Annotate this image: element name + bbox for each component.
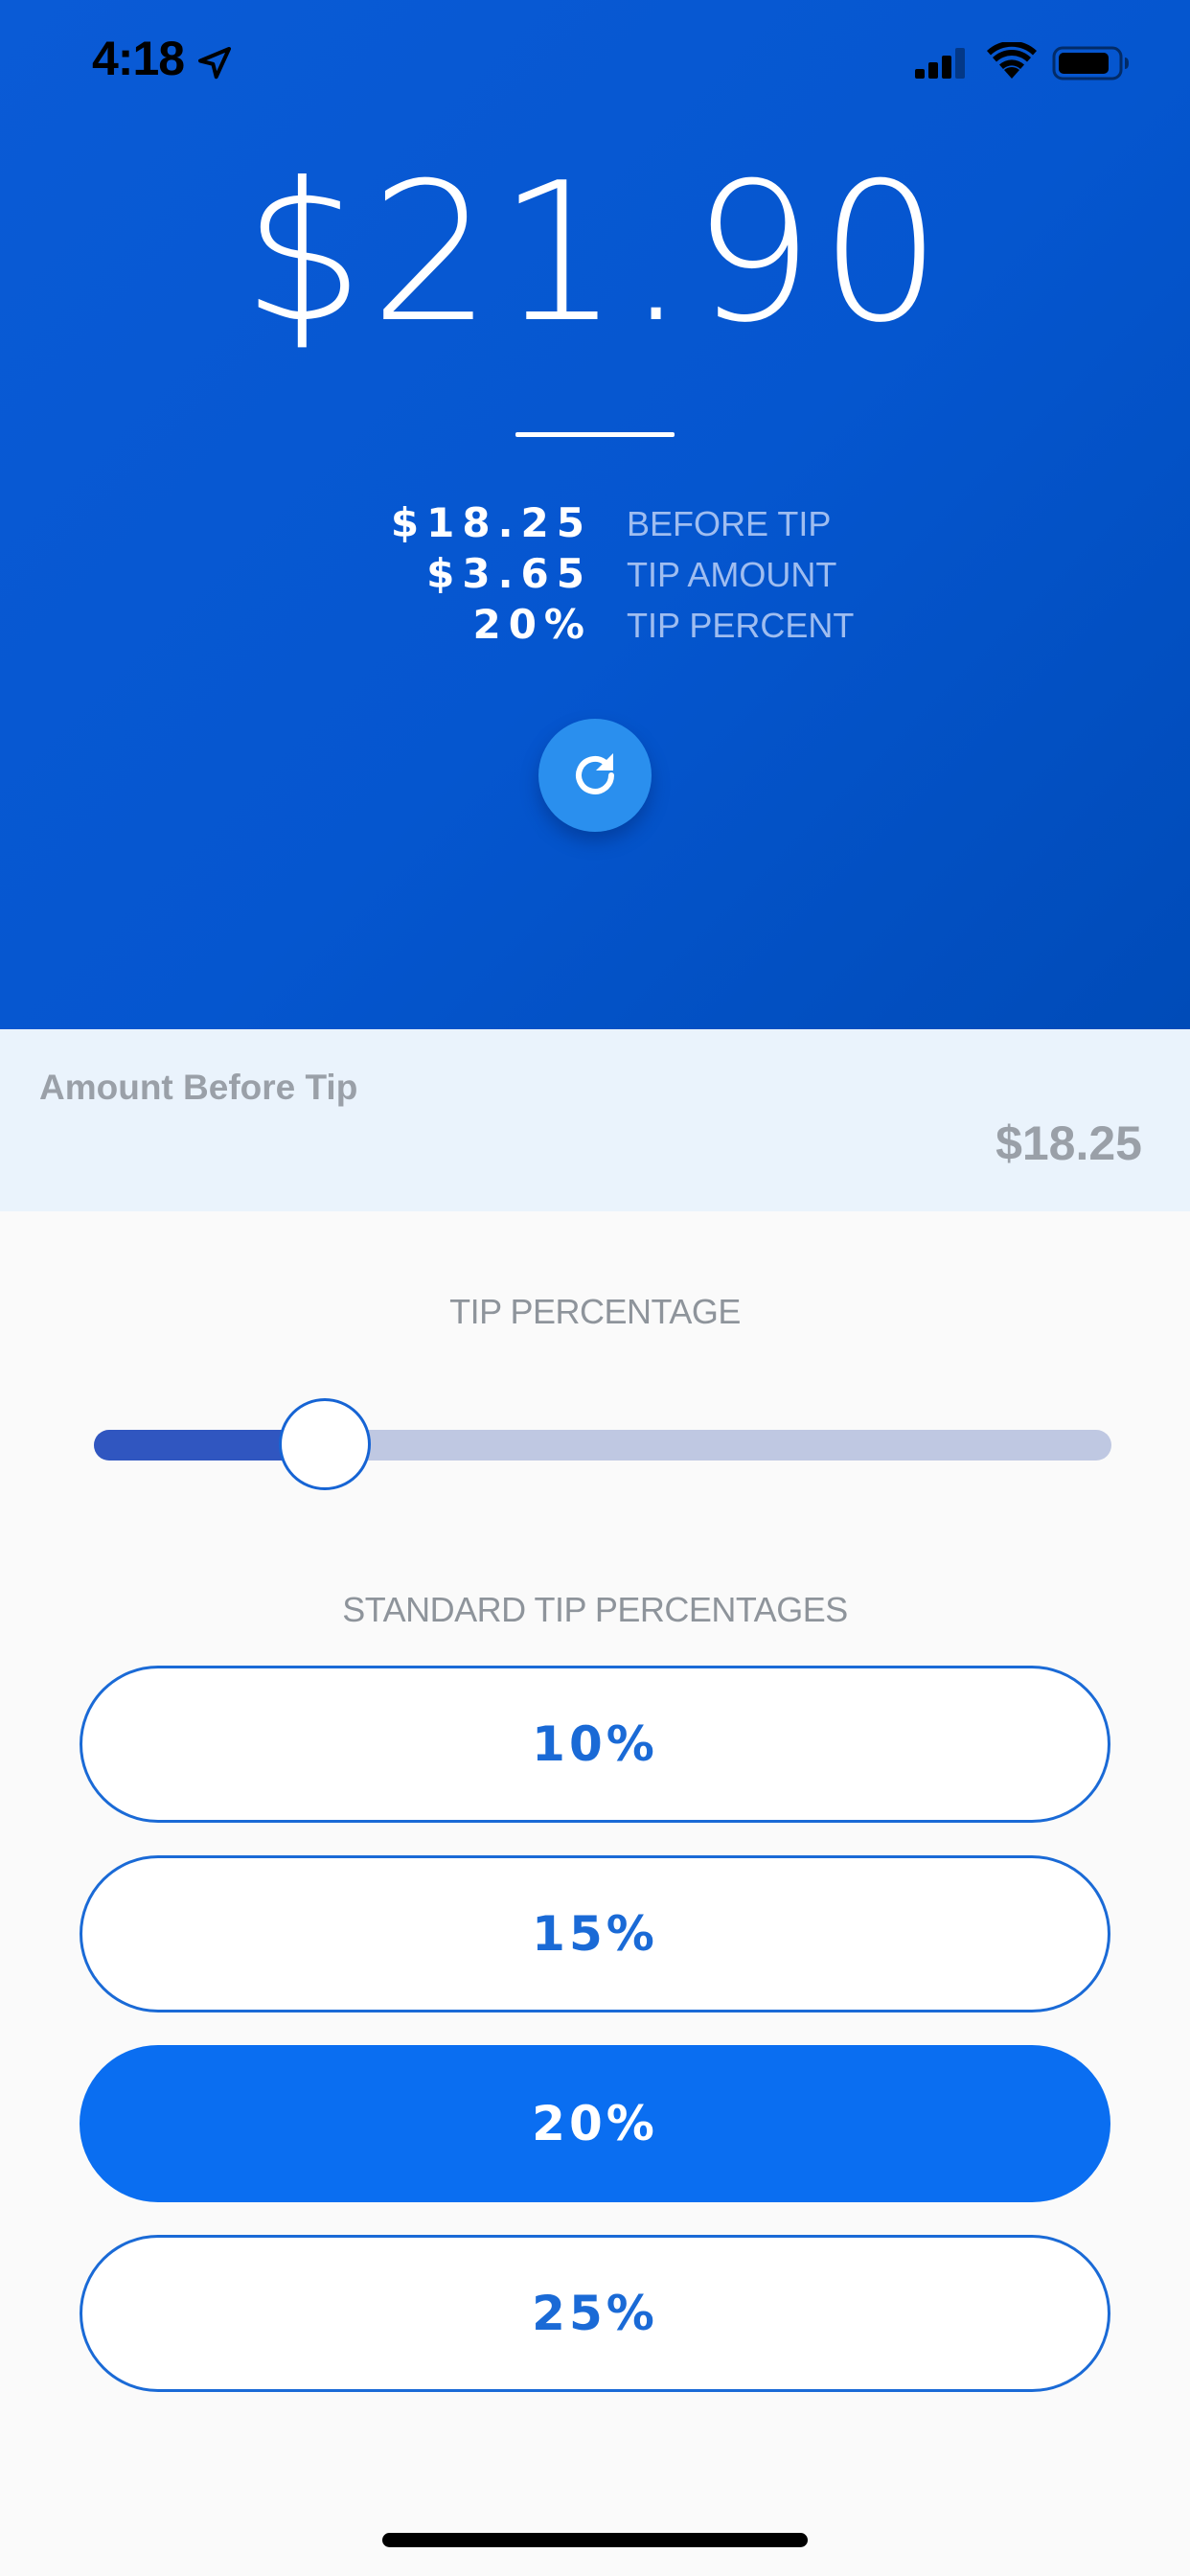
tip-percentage-slider[interactable] <box>94 1382 1111 1508</box>
home-indicator <box>382 2533 808 2547</box>
before-tip-label: BEFORE TIP <box>627 504 832 543</box>
battery-icon <box>1052 46 1129 80</box>
tip-option-20-button[interactable]: 20% <box>80 2045 1110 2202</box>
tip-option-10-button[interactable]: 10% <box>80 1666 1110 1823</box>
tip-amount-value: $3.65 <box>426 550 592 597</box>
amount-before-tip-field[interactable]: Amount Before Tip $18.25 <box>0 1029 1190 1211</box>
cellular-signal-icon <box>915 48 965 79</box>
tip-amount-row: $3.65 TIP AMOUNT <box>0 549 1190 600</box>
amount-before-tip-value[interactable]: $18.25 <box>995 1116 1142 1171</box>
tip-percent-value: 20% <box>472 601 592 648</box>
wifi-icon <box>987 42 1037 79</box>
before-tip-value: $18.25 <box>390 499 592 546</box>
summary-header: 4:18 $21.90 $18.25 BEFORE TIP $3.65 TIP … <box>0 0 1190 1029</box>
slider-thumb[interactable] <box>279 1398 371 1490</box>
total-divider <box>515 432 675 437</box>
refresh-icon <box>576 753 614 794</box>
tip-percentage-title: TIP PERCENTAGE <box>449 1292 741 1331</box>
standard-tips-title: STANDARD TIP PERCENTAGES <box>342 1590 848 1629</box>
before-tip-row: $18.25 BEFORE TIP <box>0 498 1190 549</box>
tip-percent-label: TIP PERCENT <box>627 606 855 645</box>
amount-before-tip-label: Amount Before Tip <box>39 1068 358 1107</box>
status-time: 4:18 <box>92 32 185 85</box>
status-bar: 4:18 <box>0 0 1190 125</box>
location-arrow-icon <box>198 47 231 80</box>
tip-percent-row: 20% TIP PERCENT <box>0 600 1190 651</box>
total-amount: $21.90 <box>242 142 948 365</box>
tip-option-25-button[interactable]: 25% <box>80 2235 1110 2392</box>
tip-amount-label: TIP AMOUNT <box>627 555 837 594</box>
tip-option-15-button[interactable]: 15% <box>80 1855 1110 2012</box>
reset-button[interactable] <box>538 719 652 832</box>
